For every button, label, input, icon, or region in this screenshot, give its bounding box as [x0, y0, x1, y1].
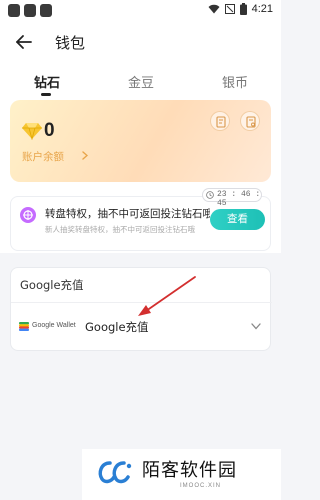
- top-app-bar: 钱包: [0, 22, 281, 64]
- google-wallet-icon: [19, 322, 29, 331]
- status-time: 4:21: [251, 3, 273, 15]
- watermark-logo-icon: [98, 461, 132, 484]
- google-recharge-option[interactable]: Google充值: [85, 319, 149, 335]
- app-notification-icon: [40, 4, 52, 17]
- tab-gold-bean[interactable]: 金豆: [128, 72, 154, 91]
- countdown-badge: 23 : 46 : 45: [202, 188, 262, 208]
- countdown-text: 23 : 46 : 45: [217, 190, 261, 208]
- tab-silver-coin[interactable]: 银币: [222, 72, 248, 91]
- divider: [11, 302, 272, 303]
- document-icon: [216, 116, 226, 128]
- diamond-icon: [22, 123, 42, 140]
- tab-diamond[interactable]: 钻石: [34, 72, 60, 91]
- google-wallet-label: Google Wallet: [32, 322, 76, 329]
- bills-button[interactable]: [240, 111, 260, 131]
- diamond-balance: 0: [44, 120, 55, 141]
- app-notification-icon: [24, 4, 36, 17]
- app-notification-icon: [8, 4, 20, 17]
- clock-icon: [206, 191, 214, 199]
- wifi-icon: [208, 4, 220, 14]
- watermark: 陌客软件园 IMOOC.XIN: [82, 449, 281, 500]
- lucky-wheel-icon: [20, 207, 36, 223]
- signal-off-icon: [224, 4, 235, 14]
- promo-title: 转盘特权，抽不中可返回投注钻石哦: [45, 208, 210, 220]
- watermark-name: 陌客软件园: [142, 460, 237, 481]
- page-title: 钱包: [55, 34, 86, 52]
- status-bar: 4:21: [0, 0, 281, 22]
- currency-tabs: 钻石 金豆 银币: [0, 64, 281, 98]
- google-recharge-panel: Google充值 Google Wallet Google充值: [10, 267, 272, 351]
- chevron-down-icon[interactable]: [251, 323, 261, 330]
- battery-icon: [239, 3, 247, 15]
- records-button[interactable]: [210, 111, 230, 131]
- chevron-right-icon: [82, 151, 88, 160]
- balance-card: 0 账户余额: [10, 100, 271, 182]
- active-tab-indicator: [41, 93, 51, 96]
- promo-subtitle: 新人抽奖转盘特权，抽不中可返回投注钻石哦: [45, 225, 195, 234]
- view-button[interactable]: 查看: [210, 209, 265, 230]
- receipt-icon: [246, 116, 256, 128]
- google-recharge-header: Google充值: [20, 278, 84, 292]
- watermark-domain: IMOOC.XIN: [180, 483, 222, 489]
- back-arrow-icon[interactable]: [14, 32, 34, 52]
- account-balance-link[interactable]: 账户余额: [22, 149, 64, 164]
